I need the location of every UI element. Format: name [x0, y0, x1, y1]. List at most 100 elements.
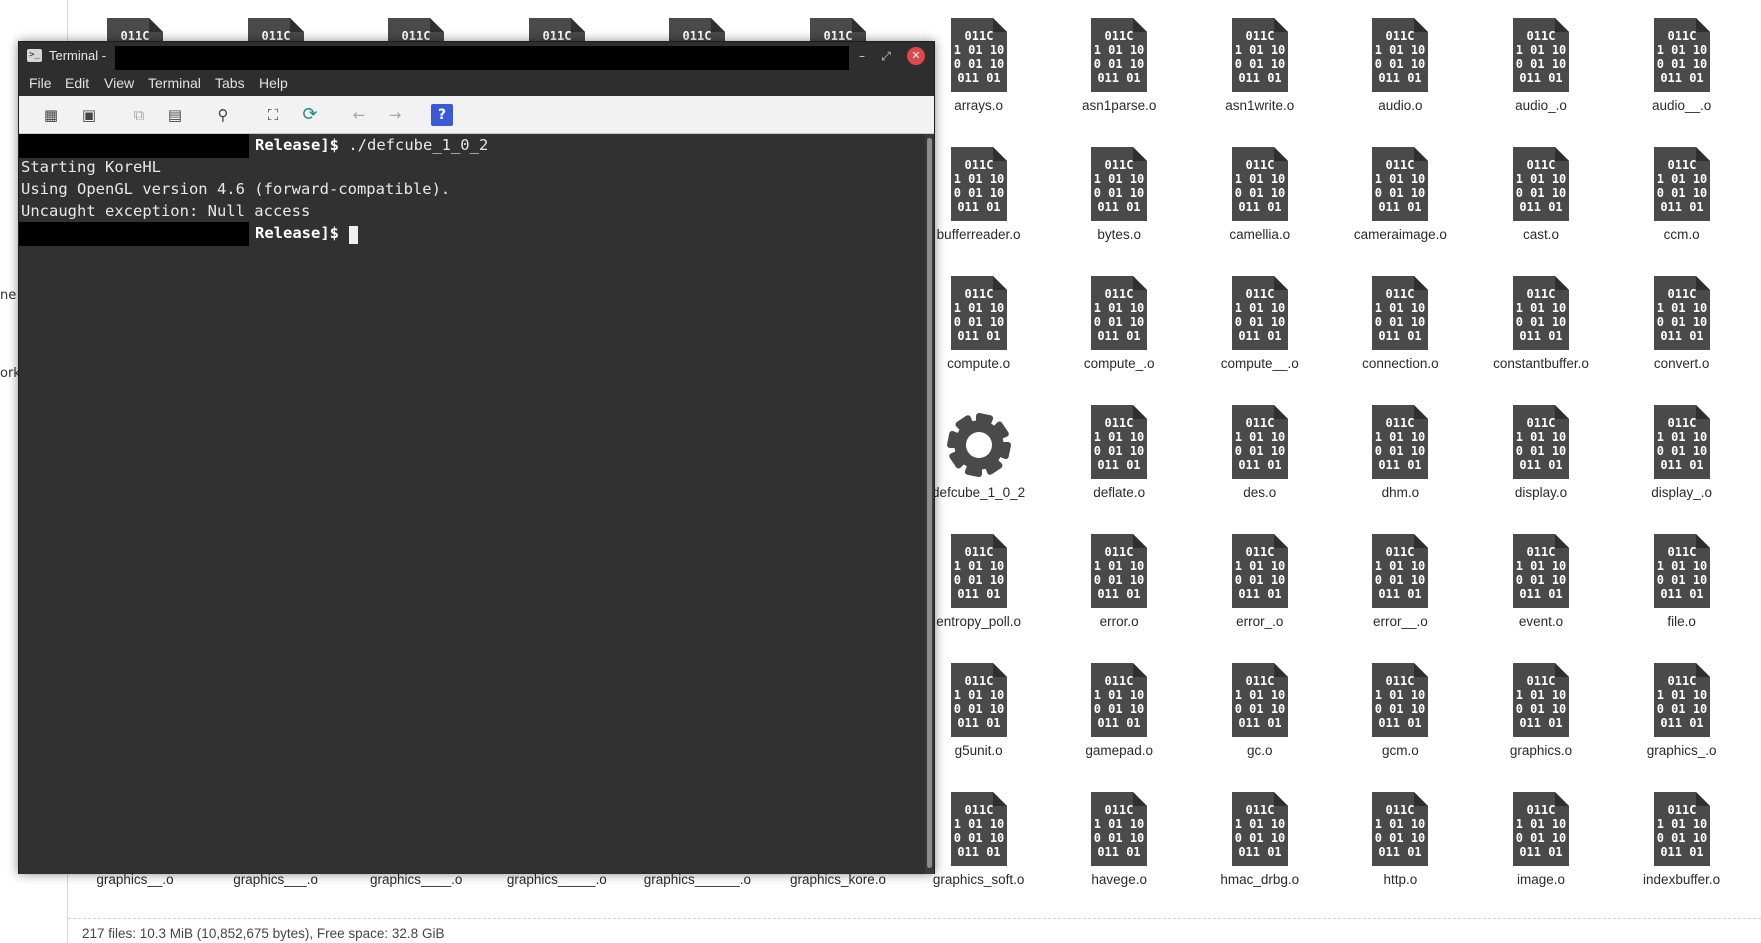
svg-text:0 01 10: 0 01 10 — [1656, 831, 1707, 845]
maximize-button[interactable]: ⤢ — [877, 47, 895, 65]
menu-help[interactable]: Help — [259, 75, 288, 91]
file-name: deflate.o — [1093, 485, 1146, 500]
copy-icon[interactable]: ⧉ — [128, 104, 150, 126]
svg-text:011C: 011C — [1527, 29, 1556, 43]
file-item[interactable]: 011C 1 01 10 0 01 10 011 01 error__.o — [1330, 516, 1470, 645]
file-item[interactable]: 011C 1 01 10 0 01 10 011 01 asn1write.o — [1190, 0, 1330, 129]
svg-text:0 01 10: 0 01 10 — [1516, 444, 1567, 458]
binary-file-icon: 011C1 01 100 01 10011 01 — [1653, 663, 1710, 737]
file-item[interactable]: 011C 1 01 10 0 01 10 011 01 asn1parse.o — [1049, 0, 1189, 129]
terminal-output-area[interactable]: Release]$ ./defcube_1_0_2 Starting KoreH… — [19, 134, 925, 874]
new-window-icon[interactable]: ▣ — [78, 104, 100, 126]
svg-text:011 01: 011 01 — [1379, 845, 1422, 859]
svg-text:1 01 10: 1 01 10 — [1516, 817, 1567, 831]
file-item[interactable]: 011C 1 01 10 0 01 10 011 01 ccm.o — [1612, 129, 1752, 258]
file-item[interactable]: 011C 1 01 10 0 01 10 011 01 indexbuffer.o — [1612, 774, 1752, 903]
file-item[interactable]: 011C 1 01 10 0 01 10 011 01 gc.o — [1190, 645, 1330, 774]
search-icon[interactable]: ⚲ — [212, 104, 234, 126]
forward-arrow-icon[interactable]: → — [384, 104, 406, 126]
svg-text:011 01: 011 01 — [1519, 329, 1562, 343]
file-item[interactable]: 011C 1 01 10 0 01 10 011 01 http.o — [1330, 774, 1470, 903]
svg-text:0 01 10: 0 01 10 — [1094, 186, 1145, 200]
terminal-window[interactable]: >_ Terminal - – ⤢ ✕ File Edit View Termi… — [18, 41, 935, 874]
back-arrow-icon[interactable]: ← — [348, 104, 370, 126]
binary-file-icon: 011C1 01 100 01 10011 01 — [1513, 663, 1569, 737]
file-name: audio__.o — [1651, 98, 1712, 113]
file-item[interactable]: 011C 1 01 10 0 01 10 011 01 compute__.o — [1190, 258, 1330, 387]
file-item[interactable]: 011C 1 01 10 0 01 10 011 01 audio__.o — [1612, 0, 1752, 129]
file-name: display.o — [1514, 485, 1568, 500]
terminal-titlebar[interactable]: >_ Terminal - – ⤢ ✕ — [19, 42, 934, 79]
file-item[interactable]: 011C 1 01 10 0 01 10 011 01 gamepad.o — [1049, 645, 1189, 774]
menu-terminal[interactable]: Terminal — [148, 75, 201, 91]
file-item[interactable]: 011C 1 01 10 0 01 10 011 01 display_.o — [1612, 387, 1752, 516]
file-item[interactable]: 011C 1 01 10 0 01 10 011 01 connection.o — [1330, 258, 1470, 387]
reset-icon[interactable]: ⟳ — [299, 104, 321, 126]
help-icon[interactable]: ? — [431, 104, 453, 126]
svg-text:011C: 011C — [1667, 545, 1696, 559]
file-item[interactable]: 011C 1 01 10 0 01 10 011 01 image.o — [1471, 774, 1611, 903]
file-item[interactable]: 011C 1 01 10 0 01 10 011 01 camellia.o — [1190, 129, 1330, 258]
file-item[interactable]: 011C 1 01 10 0 01 10 011 01 graphics.o — [1471, 645, 1611, 774]
file-item[interactable]: 011C 1 01 10 0 01 10 011 01 constantbuffer.o — [1471, 258, 1611, 387]
file-item[interactable]: 011C 1 01 10 0 01 10 011 01 display.o — [1471, 387, 1611, 516]
svg-text:0 01 10: 0 01 10 — [1375, 186, 1426, 200]
svg-text:011C: 011C — [1245, 545, 1274, 559]
file-item[interactable]: 011C 1 01 10 0 01 10 011 01 gcm.o — [1330, 645, 1470, 774]
file-item[interactable]: 011C 1 01 10 0 01 10 011 01 des.o — [1190, 387, 1330, 516]
file-item[interactable]: 011C 1 01 10 0 01 10 011 01 graphics_.o — [1612, 645, 1752, 774]
file-item[interactable]: 011C 1 01 10 0 01 10 011 01 event.o — [1471, 516, 1611, 645]
binary-file-icon: 011C1 01 100 01 10011 01 — [1372, 405, 1429, 479]
menu-file[interactable]: File — [29, 75, 52, 91]
svg-text:011 01: 011 01 — [1379, 458, 1422, 472]
fullscreen-icon[interactable]: ⛶ — [262, 104, 284, 126]
svg-text:011C: 011C — [1245, 803, 1274, 817]
minimize-button[interactable]: – — [853, 47, 871, 65]
file-item[interactable]: 011C 1 01 10 0 01 10 011 01 cameraimage.o — [1330, 129, 1470, 258]
svg-text:011C: 011C — [1386, 674, 1415, 688]
binary-file-icon: 011C1 01 100 01 10011 01 — [1653, 792, 1710, 866]
file-item[interactable]: 011C 1 01 10 0 01 10 011 01 deflate.o — [1049, 387, 1189, 516]
file-item[interactable]: 011C 1 01 10 0 01 10 011 01 havege.o — [1049, 774, 1189, 903]
binary-file-icon: 011C1 01 100 01 10011 01 — [1372, 18, 1429, 92]
file-item[interactable]: 011C 1 01 10 0 01 10 011 01 audio_.o — [1471, 0, 1611, 129]
svg-text:1 01 10: 1 01 10 — [1516, 559, 1567, 573]
file-item[interactable]: 011C 1 01 10 0 01 10 011 01 error.o — [1049, 516, 1189, 645]
file-name: event.o — [1518, 614, 1564, 629]
svg-text:0 01 10: 0 01 10 — [1516, 831, 1567, 845]
binary-file-icon: 011C1 01 100 01 10011 01 — [1653, 405, 1710, 479]
prompt-suffix: ]$ — [320, 224, 349, 242]
file-item[interactable]: 011C 1 01 10 0 01 10 011 01 audio.o — [1330, 0, 1470, 129]
svg-text:011C: 011C — [964, 287, 993, 301]
close-button[interactable]: ✕ — [907, 47, 925, 65]
file-item[interactable]: 011C 1 01 10 0 01 10 011 01 compute_.o — [1049, 258, 1189, 387]
window-title: Terminal - — [49, 48, 107, 63]
prompt-suffix: ]$ — [320, 136, 349, 154]
svg-text:011C: 011C — [1527, 416, 1556, 430]
file-item[interactable]: 011C 1 01 10 0 01 10 011 01 convert.o — [1612, 258, 1752, 387]
svg-text:0 01 10: 0 01 10 — [1656, 444, 1707, 458]
menu-edit[interactable]: Edit — [65, 75, 89, 91]
svg-text:1 01 10: 1 01 10 — [1516, 43, 1567, 57]
svg-text:011C: 011C — [1667, 29, 1696, 43]
new-tab-icon[interactable]: ▦ — [40, 104, 62, 126]
file-item[interactable]: 011C 1 01 10 0 01 10 011 01 error_.o — [1190, 516, 1330, 645]
menu-tabs[interactable]: Tabs — [215, 75, 245, 91]
output-line: Uncaught exception: Null access — [21, 202, 311, 220]
binary-file-icon: 011C1 01 100 01 10011 01 — [1513, 405, 1569, 479]
paste-icon[interactable]: ▤ — [164, 104, 186, 126]
file-item[interactable]: 011C 1 01 10 0 01 10 011 01 dhm.o — [1330, 387, 1470, 516]
file-item[interactable]: 011C 1 01 10 0 01 10 011 01 hmac_drbg.o — [1190, 774, 1330, 903]
svg-text:1 01 10: 1 01 10 — [1656, 43, 1707, 57]
file-item[interactable]: 011C 1 01 10 0 01 10 011 01 file.o — [1612, 516, 1752, 645]
file-item[interactable]: 011C 1 01 10 0 01 10 011 01 cast.o — [1471, 129, 1611, 258]
svg-text:011C: 011C — [1527, 545, 1556, 559]
file-item[interactable]: 011C 1 01 10 0 01 10 011 01 bytes.o — [1049, 129, 1189, 258]
file-name: constantbuffer.o — [1493, 356, 1589, 371]
scrollbar-thumb[interactable] — [927, 138, 932, 868]
status-bar: 217 files: 10.3 MiB (10,852,675 bytes), … — [68, 918, 1761, 943]
svg-text:011 01: 011 01 — [1379, 200, 1422, 214]
file-name: error_.o — [1236, 614, 1284, 629]
menu-view[interactable]: View — [104, 75, 134, 91]
terminal-scrollbar[interactable] — [925, 134, 934, 874]
